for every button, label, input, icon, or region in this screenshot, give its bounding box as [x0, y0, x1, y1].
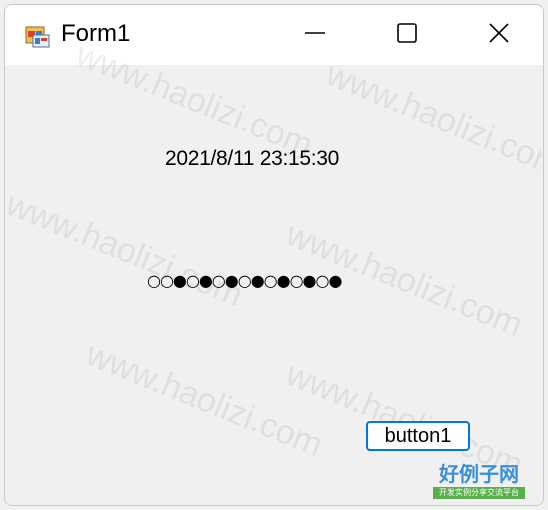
maximize-button[interactable] [361, 5, 453, 65]
button1[interactable]: button1 [366, 421, 470, 451]
datetime-label: 2021/8/11 23:15:30 [165, 147, 340, 170]
app-icon [25, 23, 51, 49]
watermark-logo-subtitle: 开发实例分享交流平台 [433, 487, 525, 499]
watermark-logo: 好例子网 开发实例分享交流平台 [433, 463, 525, 505]
window-title: Form1 [61, 20, 131, 47]
close-button[interactable] [453, 5, 543, 65]
title-bar[interactable]: Form1 [5, 5, 543, 65]
minimize-icon [304, 22, 326, 49]
form-client-area: www.haolizi.com www.haolizi.com www.haol… [4, 35, 543, 505]
watermark: www.haolizi.com [320, 55, 544, 185]
minimize-button[interactable] [269, 5, 361, 65]
form1-window: Form1 www.haolizi.com www.haolizi.com ww… [4, 4, 544, 506]
watermark: www.haolizi.com [4, 185, 249, 315]
watermark-logo-text: 好例子网 [439, 462, 519, 486]
close-icon [488, 22, 510, 49]
maximize-icon [396, 22, 418, 49]
dots-label: ○○●○●○●○●○●○●○● [147, 271, 342, 290]
watermark: www.haolizi.com [80, 335, 329, 465]
